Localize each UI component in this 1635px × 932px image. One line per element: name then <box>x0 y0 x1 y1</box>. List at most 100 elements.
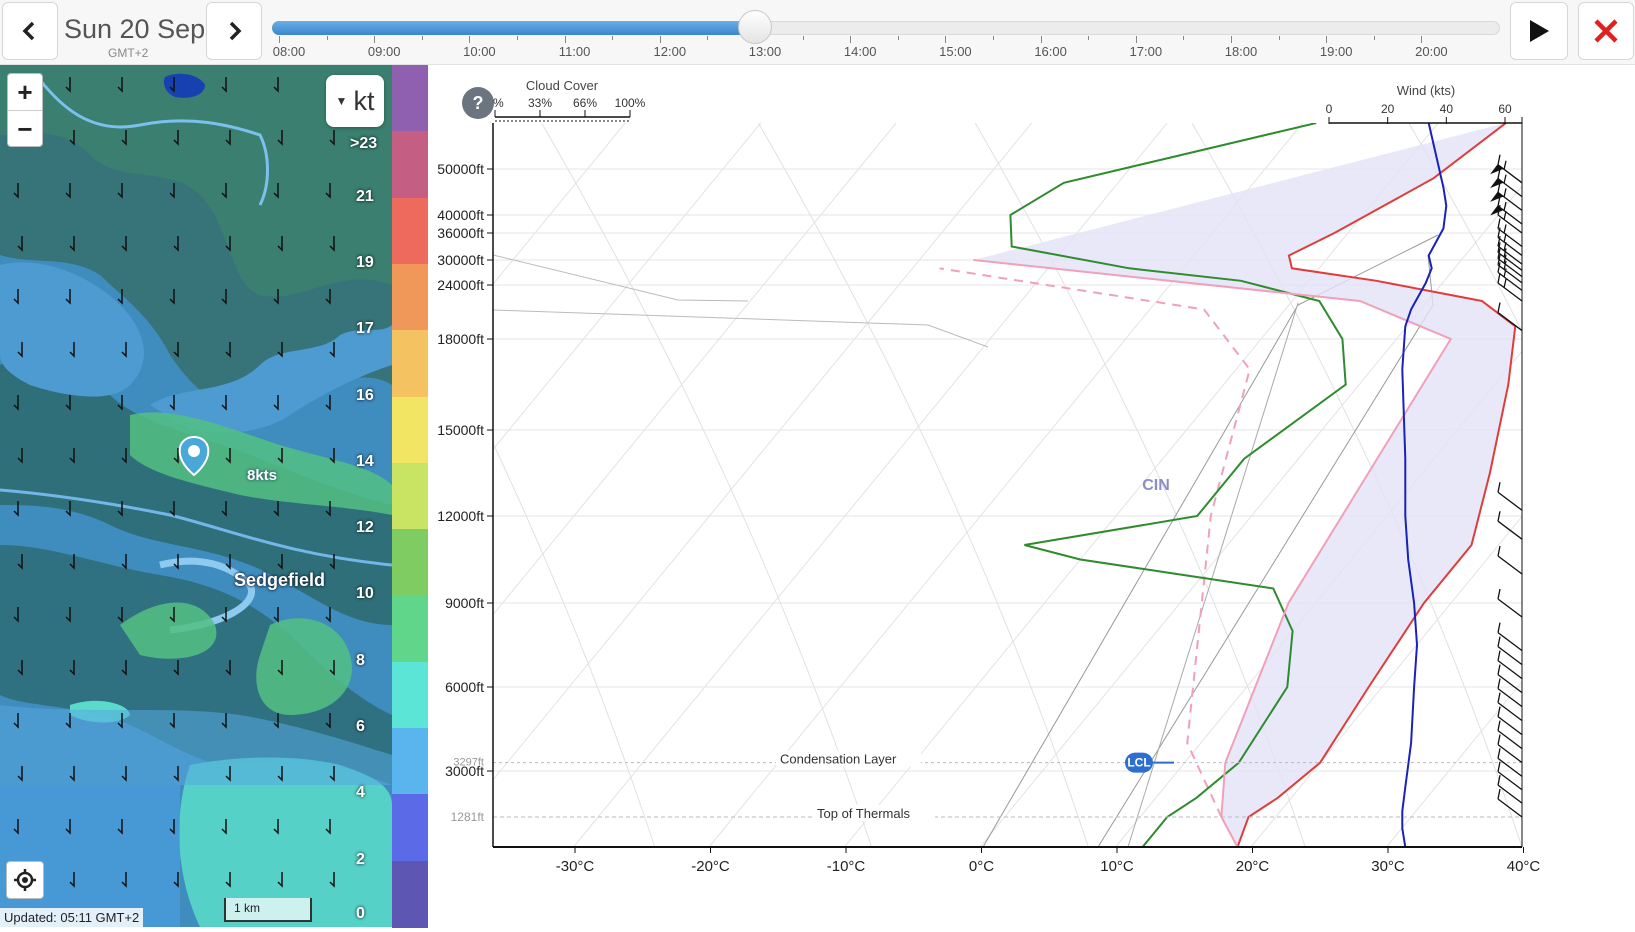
thermals-alt-label: 1281ft <box>451 810 485 824</box>
legend-swatch <box>392 595 428 662</box>
legend-label: 21 <box>356 188 374 206</box>
temperature-label: 0°C <box>969 858 994 875</box>
altitude-label: 12000ft <box>437 508 484 524</box>
altitude-label: 24000ft <box>437 277 484 293</box>
legend-swatch <box>392 397 428 464</box>
time-tick-minor <box>1374 36 1375 40</box>
legend-swatch <box>392 662 428 729</box>
legend-swatch <box>392 198 428 265</box>
time-label[interactable]: 14:00 <box>844 44 877 59</box>
legend-label: 16 <box>356 387 374 405</box>
prev-day-button[interactable] <box>2 2 58 60</box>
time-tick-minor <box>1088 36 1089 40</box>
cloud-cover-tick-label: 100% <box>615 96 646 110</box>
wind-barb-icon <box>1498 511 1522 539</box>
legend-swatch <box>392 728 428 795</box>
altitude-label: 40000ft <box>437 207 484 223</box>
time-tick <box>1421 36 1422 43</box>
cloud-cover-title: Cloud Cover <box>526 78 599 93</box>
next-day-button[interactable] <box>206 2 262 60</box>
time-tick-minor <box>517 36 518 40</box>
time-label[interactable]: 19:00 <box>1320 44 1353 59</box>
legend-label: 19 <box>356 254 374 272</box>
scale-bar: 1 km <box>224 898 312 922</box>
timezone-label: GMT+2 <box>108 46 148 60</box>
chevron-left-icon <box>19 20 41 42</box>
lcl-label: LCL <box>1127 756 1150 770</box>
legend-label: >23 <box>350 135 377 153</box>
play-button[interactable] <box>1510 2 1568 60</box>
isotherm-gridline <box>1522 123 1635 847</box>
locate-button[interactable] <box>6 861 44 899</box>
time-slider[interactable]: 08:00 09:00 10:00 11:00 12:00 13:00 14:00 15:00… <box>272 18 1500 62</box>
cloud-cover-tick-label: 66% <box>573 96 597 110</box>
time-tick <box>279 36 280 43</box>
adiabat-gridline <box>1626 123 1635 847</box>
temperature-label: 40°C <box>1507 858 1541 875</box>
time-tick <box>1326 36 1327 43</box>
time-label[interactable]: 08:00 <box>273 44 306 59</box>
legend-label: 0 <box>356 905 365 923</box>
close-button[interactable] <box>1578 2 1634 60</box>
altitude-label: 30000ft <box>437 252 484 268</box>
unit-select[interactable]: ▼ kt <box>326 75 384 127</box>
wind-barb-icon <box>1498 482 1522 510</box>
altitude-label: 36000ft <box>437 225 484 241</box>
temperature-label: 10°C <box>1100 858 1134 875</box>
legend-label: 14 <box>356 453 374 471</box>
legend-swatch <box>392 794 428 861</box>
legend-swatch <box>392 264 428 331</box>
time-label[interactable]: 16:00 <box>1034 44 1067 59</box>
condensation-label: Condensation Layer <box>780 752 897 767</box>
temperature-label: -20°C <box>691 858 730 875</box>
isotherm-gridline <box>438 123 1032 847</box>
time-tick <box>1231 36 1232 43</box>
wind-tick-label: 40 <box>1440 102 1454 116</box>
zoom-in-button[interactable]: + <box>8 74 42 111</box>
time-label[interactable]: 11:00 <box>559 44 591 59</box>
time-tick <box>374 36 375 43</box>
time-toolbar: Sun 20 Sep GMT+2 08:00 09:00 10:00 11:00 12:… <box>0 0 1635 65</box>
adiabat-gridline <box>758 123 1088 847</box>
wind-barb-icon <box>1498 762 1522 790</box>
wind-barb-icon <box>1498 255 1522 283</box>
time-label[interactable]: 09:00 <box>368 44 401 59</box>
temperature-label: -10°C <box>827 858 866 875</box>
legend-swatch <box>392 131 428 198</box>
time-tick-minor <box>993 36 994 40</box>
time-tick <box>1136 36 1137 43</box>
time-tick-minor <box>327 36 328 40</box>
help-button[interactable]: ? <box>462 87 494 119</box>
time-label[interactable]: 18:00 <box>1225 44 1258 59</box>
time-tick-minor <box>1183 36 1184 40</box>
time-slider-handle[interactable] <box>738 10 772 44</box>
time-label[interactable]: 10:00 <box>463 44 496 59</box>
time-tick-minor <box>422 36 423 40</box>
altitude-label: 18000ft <box>437 331 484 347</box>
legend-label: 12 <box>356 519 374 537</box>
place-name: Sedgefield <box>234 570 325 591</box>
time-label[interactable]: 20:00 <box>1415 44 1448 59</box>
altitude-label: 6000ft <box>445 679 484 695</box>
legend-swatch <box>392 861 428 928</box>
wind-tick-label: 0 <box>1326 102 1333 116</box>
legend-swatch <box>392 65 428 132</box>
zoom-out-button[interactable]: − <box>8 111 42 147</box>
date-label: Sun 20 Sep <box>64 14 205 45</box>
wind-speed-legend <box>392 65 428 927</box>
time-label[interactable]: 17:00 <box>1130 44 1163 59</box>
time-tick <box>469 36 470 43</box>
time-tick-minor <box>1279 36 1280 40</box>
temperature-label: -30°C <box>556 858 595 875</box>
time-label[interactable]: 12:00 <box>654 44 687 59</box>
time-label[interactable]: 13:00 <box>749 44 782 59</box>
zoom-control: + − <box>7 73 43 147</box>
time-label[interactable]: 15:00 <box>939 44 972 59</box>
wind-map[interactable]: + − ▼ kt 8kts Sedgefield 1 km Updated: 0… <box>0 65 392 927</box>
altitude-label: 9000ft <box>445 595 484 611</box>
time-tick-minor <box>707 36 708 40</box>
skew-t-chart: Condensation LayerTop of Thermals3297ft1… <box>428 65 1635 927</box>
legend-label: 8 <box>356 652 365 670</box>
altitude-label: 3000ft <box>445 763 484 779</box>
altitude-label: 50000ft <box>437 161 484 177</box>
